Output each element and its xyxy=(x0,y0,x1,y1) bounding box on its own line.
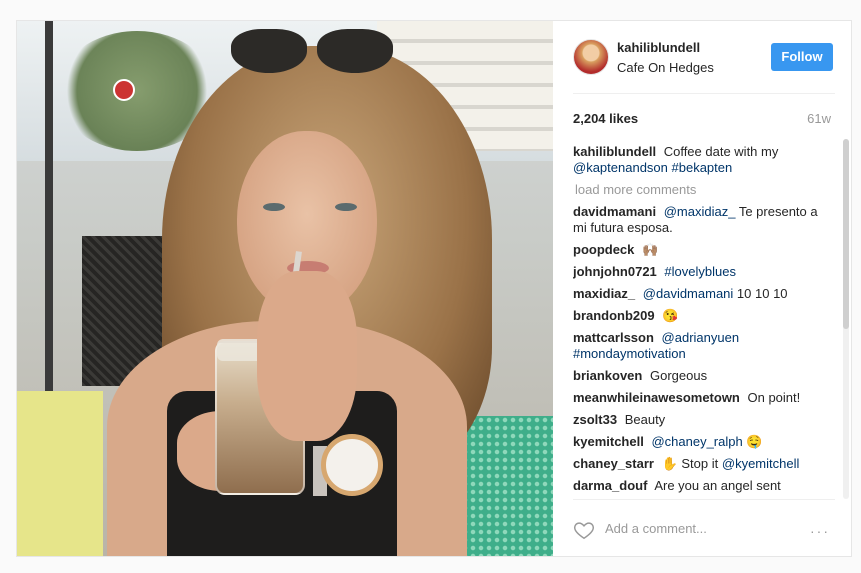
comment-item: chaney_starr ✋ Stop it @kyemitchell xyxy=(573,456,823,472)
comment-username[interactable]: maxidiaz_ xyxy=(573,286,635,301)
comment-item: kyemitchell @chaney_ralph 🤤 xyxy=(573,434,823,450)
caption-text: Coffee date with my xyxy=(663,144,779,159)
comment-text: On point! xyxy=(747,390,801,405)
comment-item: zsolt33 Beauty xyxy=(573,412,823,428)
post-side-panel: kahiliblundell Cafe On Hedges Follow 2,2… xyxy=(553,21,851,556)
comment-username[interactable]: meanwhileinawesometown xyxy=(573,390,740,405)
comments-scrollbar[interactable] xyxy=(843,139,849,499)
comment-text: Gorgeous xyxy=(649,368,708,383)
comment-text: Are you an angel sent xyxy=(654,478,781,493)
comment-username[interactable]: briankoven xyxy=(573,368,642,383)
load-more-comments[interactable]: load more comments xyxy=(575,182,823,198)
comment-item: davidmamani @maxidiaz_ Te presento a mi … xyxy=(573,204,823,236)
comment-username[interactable]: kyemitchell xyxy=(573,434,644,449)
scrollbar-thumb[interactable] xyxy=(843,139,849,329)
post-card: kahiliblundell Cafe On Hedges Follow 2,2… xyxy=(16,20,852,557)
photo-green-cushion xyxy=(461,416,553,556)
comment-mention[interactable]: @chaney_ralph xyxy=(651,434,742,449)
footer-divider xyxy=(573,499,835,500)
comment-emoji: 😘 xyxy=(662,308,679,323)
comment-username[interactable]: mattcarlsson xyxy=(573,330,654,345)
comment-mention[interactable]: @kyemitchell xyxy=(722,456,800,471)
comment-item: maxidiaz_ @davidmamani 10 10 10 xyxy=(573,286,823,302)
comment-mention[interactable]: @adrianyuen xyxy=(662,330,740,345)
comment-item: meanwhileinawesometown On point! xyxy=(573,390,823,406)
comment-username[interactable]: johnjohn0721 xyxy=(573,264,657,279)
comment-hashtag[interactable]: #lovelyblues xyxy=(664,264,736,279)
post-location[interactable]: Cafe On Hedges xyxy=(617,60,714,75)
caption: kahiliblundell Coffee date with my @kapt… xyxy=(573,144,823,176)
comment-username[interactable]: poopdeck xyxy=(573,242,634,257)
post-username[interactable]: kahiliblundell xyxy=(617,40,700,55)
comment-item: johnjohn0721 #lovelyblues xyxy=(573,264,823,280)
comment-item: darma_douf Are you an angel sent xyxy=(573,478,823,494)
photo-left-eye xyxy=(263,203,285,211)
add-comment-input[interactable]: Add a comment... xyxy=(605,521,707,536)
comment-mention[interactable]: @davidmamani xyxy=(643,286,734,301)
post-header: kahiliblundell Cafe On Hedges Follow xyxy=(553,21,851,93)
comments-list: kahiliblundell Coffee date with my @kapt… xyxy=(573,144,823,496)
photo-right-hand xyxy=(257,271,357,441)
comment-username[interactable]: brandonb209 xyxy=(573,308,655,323)
comment-username[interactable]: darma_douf xyxy=(573,478,647,493)
post-age[interactable]: 61w xyxy=(807,111,831,126)
comment-footer: Add a comment... ··· xyxy=(553,501,851,556)
comment-item: briankoven Gorgeous xyxy=(573,368,823,384)
header-divider xyxy=(573,93,835,94)
comment-mention[interactable]: @maxidiaz_ xyxy=(664,204,736,219)
comment-emoji: ✋ xyxy=(661,456,678,471)
comment-hashtag[interactable]: #mondaymotivation xyxy=(573,346,686,361)
comment-item: poopdeck 🙌🏽 xyxy=(573,242,823,258)
photo-umbrella-pole xyxy=(45,21,53,391)
comment-emoji: 🤤 xyxy=(746,434,763,449)
comment-emoji: 🙌🏽 xyxy=(642,242,659,257)
comment-text: Stop it xyxy=(681,456,719,471)
comment-username[interactable]: davidmamani xyxy=(573,204,656,219)
comment-username[interactable]: zsolt33 xyxy=(573,412,617,427)
likes-count[interactable]: 2,204 likes xyxy=(573,111,638,126)
caption-username[interactable]: kahiliblundell xyxy=(573,144,656,159)
comment-item: mattcarlsson @adrianyuen #mondaymotivati… xyxy=(573,330,823,362)
follow-button[interactable]: Follow xyxy=(771,43,833,71)
comment-username[interactable]: chaney_starr xyxy=(573,456,654,471)
heart-outline-icon[interactable] xyxy=(573,519,595,541)
caption-hashtag[interactable]: #bekapten xyxy=(672,160,733,175)
photo-right-eye xyxy=(335,203,357,211)
user-avatar[interactable] xyxy=(573,39,609,75)
photo-yellow-cushion xyxy=(17,391,103,556)
caption-mention[interactable]: @kaptenandson xyxy=(573,160,668,175)
post-photo[interactable] xyxy=(17,21,553,556)
comment-text: 10 10 10 xyxy=(736,286,788,301)
more-options-icon[interactable]: ··· xyxy=(810,523,830,539)
comment-item: brandonb209 😘 xyxy=(573,308,823,324)
comment-text: Beauty xyxy=(624,412,666,427)
photo-watch xyxy=(321,434,383,496)
photo-street-sign xyxy=(113,79,135,101)
photo-sunglasses xyxy=(231,29,393,73)
